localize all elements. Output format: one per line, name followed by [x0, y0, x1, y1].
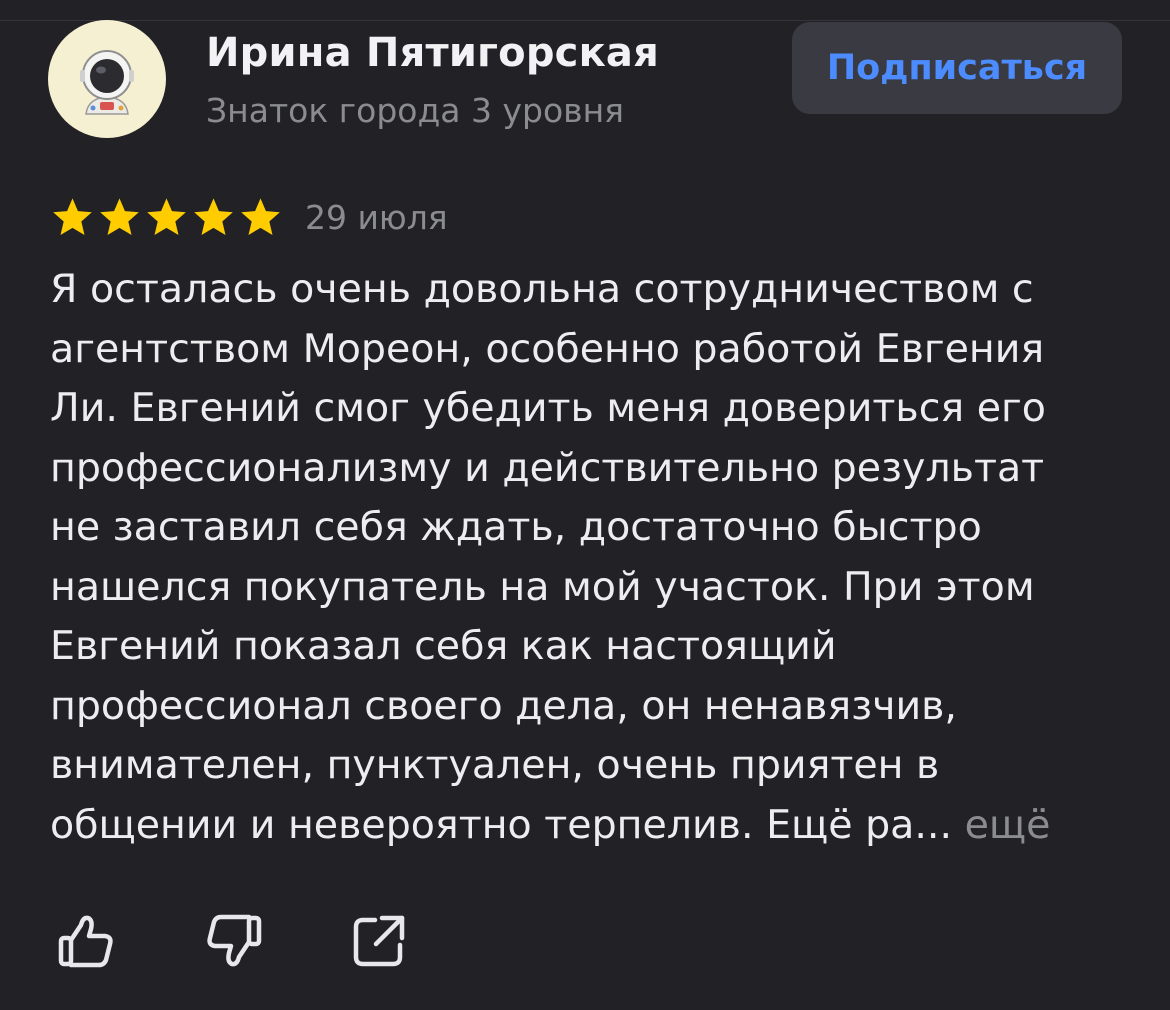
star-icon: [241, 197, 280, 235]
rating-row: 29 июля: [50, 192, 448, 242]
review-text-line: нашелся покупатель на мой участок. При э…: [50, 563, 1035, 610]
review-text-line: внимателен, пунктуален, очень приятен в: [50, 742, 940, 788]
review-text: Я осталась очень довольна сотрудничество…: [50, 260, 1125, 855]
author-name[interactable]: Ирина Пятигорская: [206, 30, 659, 76]
thumbs-down-icon: [207, 914, 262, 967]
star-icon: [194, 197, 233, 235]
share-button[interactable]: [348, 910, 410, 972]
review-text-truncated: общении и невероятно терпелив. Ещё ра...: [50, 801, 953, 848]
review-text-line: Ли. Евгений смог убедить меня довериться…: [50, 385, 1046, 431]
divider: [0, 20, 1170, 21]
review-text-line: агентством Мореон, особенно работой Евге…: [50, 325, 1045, 372]
review-text-line: Я осталась очень довольна сотрудничество…: [50, 266, 1034, 312]
review-card: Ирина Пятигорская Знаток города 3 уровня…: [0, 0, 1170, 1010]
dislike-button[interactable]: [202, 910, 264, 972]
review-text-line-last: общении и невероятно терпелив. Ещё ра...…: [50, 796, 1125, 856]
show-more-link[interactable]: ещё: [965, 802, 1051, 848]
star-icon: [53, 197, 92, 235]
review-text-line: профессионал своего дела, он ненавязчив,: [50, 682, 957, 729]
author-avatar[interactable]: [48, 20, 166, 138]
review-actions: [56, 910, 410, 972]
share-icon: [353, 915, 405, 967]
star-icon: [147, 197, 186, 235]
subscribe-button[interactable]: Подписаться: [792, 22, 1122, 114]
author-level: Знаток города 3 уровня: [206, 91, 625, 130]
subscribe-button-label: Подписаться: [826, 48, 1088, 88]
review-date: 29 июля: [305, 197, 448, 237]
like-button[interactable]: [56, 910, 118, 972]
review-text-line: Евгений показал себя как настоящий: [50, 623, 837, 669]
thumbs-up-icon: [58, 915, 113, 968]
review-text-line: профессионализму и действительно результ…: [50, 444, 1045, 491]
star-rating: [50, 195, 283, 240]
review-text-line: не заставил себя ждать, достаточно быстр…: [50, 504, 982, 550]
star-icon: [100, 197, 139, 235]
astronaut-icon: [80, 50, 134, 115]
